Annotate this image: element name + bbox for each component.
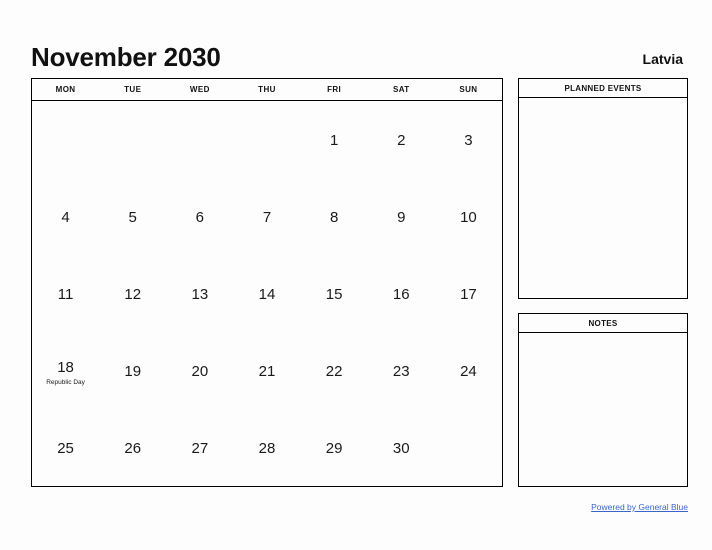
day-cell[interactable]: 29 bbox=[301, 409, 368, 486]
day-cell[interactable]: 25 bbox=[32, 409, 99, 486]
day-cell[interactable]: 19 bbox=[99, 332, 166, 409]
day-number: 4 bbox=[61, 209, 70, 226]
calendar-grid: MON TUE WED THU FRI SAT SUN 1 2 3 4 5 6 … bbox=[31, 78, 503, 487]
day-cell[interactable] bbox=[166, 101, 233, 178]
week-row: 18 Republic Day 19 20 21 22 23 24 bbox=[32, 332, 502, 409]
day-number: 9 bbox=[397, 209, 406, 226]
day-number: 6 bbox=[195, 209, 205, 226]
day-number: 22 bbox=[325, 363, 343, 380]
weekday-header-thu: THU bbox=[258, 85, 276, 94]
day-cell[interactable] bbox=[233, 101, 300, 178]
day-cell[interactable]: 18 Republic Day bbox=[32, 332, 99, 409]
day-number: 3 bbox=[464, 132, 473, 149]
day-number: 14 bbox=[258, 286, 276, 303]
day-cell[interactable] bbox=[435, 409, 502, 486]
planned-events-panel: PLANNED EVENTS bbox=[518, 78, 688, 299]
weekday-header-tue: TUE bbox=[124, 85, 142, 94]
day-number: 23 bbox=[392, 363, 410, 380]
weekday-header-sat: SAT bbox=[392, 85, 410, 94]
day-cell[interactable]: 16 bbox=[368, 255, 435, 332]
day-cell[interactable]: 13 bbox=[166, 255, 233, 332]
day-cell[interactable]: 24 bbox=[435, 332, 502, 409]
day-number: 29 bbox=[325, 440, 343, 457]
day-cell[interactable]: 12 bbox=[99, 255, 166, 332]
day-number: 11 bbox=[57, 286, 74, 303]
day-number: 10 bbox=[460, 209, 477, 226]
day-number: 16 bbox=[392, 286, 410, 303]
day-cell[interactable] bbox=[32, 101, 99, 178]
notes-title: NOTES bbox=[519, 314, 687, 333]
week-row: 11 12 13 14 15 16 17 bbox=[32, 255, 502, 332]
day-number: 19 bbox=[124, 363, 142, 380]
country-label: Latvia bbox=[642, 51, 683, 67]
day-number: 30 bbox=[392, 440, 410, 457]
notes-panel: NOTES bbox=[518, 313, 688, 487]
powered-by-link[interactable]: Powered by General Blue bbox=[591, 502, 688, 512]
notes-body[interactable] bbox=[519, 333, 687, 486]
day-cell[interactable]: 28 bbox=[233, 409, 300, 486]
day-cell[interactable]: 9 bbox=[368, 178, 435, 255]
planned-events-title: PLANNED EVENTS bbox=[519, 79, 687, 98]
calendar-page: November 2030 Latvia MON TUE WED THU FRI… bbox=[0, 0, 712, 550]
day-number: 12 bbox=[124, 286, 142, 303]
day-cell[interactable]: 15 bbox=[301, 255, 368, 332]
page-header: November 2030 Latvia bbox=[31, 32, 683, 72]
weekday-header-mon: MON bbox=[55, 85, 76, 94]
day-cell[interactable]: 22 bbox=[301, 332, 368, 409]
day-number: 17 bbox=[460, 286, 477, 303]
day-cell[interactable]: 7 bbox=[233, 178, 300, 255]
day-number: 5 bbox=[128, 209, 137, 226]
day-number: 18 bbox=[57, 358, 74, 376]
day-cell[interactable] bbox=[99, 101, 166, 178]
day-cell[interactable]: 23 bbox=[368, 332, 435, 409]
weekday-header-wed: WED bbox=[189, 85, 210, 94]
day-cell[interactable]: 4 bbox=[32, 178, 99, 255]
weekday-header-row: MON TUE WED THU FRI SAT SUN bbox=[32, 79, 502, 101]
day-cell[interactable]: 8 bbox=[301, 178, 368, 255]
page-footer: Powered by General Blue bbox=[400, 497, 688, 515]
day-cell[interactable]: 21 bbox=[233, 332, 300, 409]
day-cell[interactable]: 14 bbox=[233, 255, 300, 332]
day-number: 1 bbox=[329, 132, 339, 149]
day-number: 27 bbox=[191, 440, 209, 457]
page-title: November 2030 bbox=[31, 42, 221, 72]
week-row: 1 2 3 bbox=[32, 101, 502, 178]
weekday-header-fri: FRI bbox=[327, 85, 342, 94]
day-cell[interactable]: 17 bbox=[435, 255, 502, 332]
day-event-label: Republic Day bbox=[46, 378, 85, 386]
day-number: 20 bbox=[191, 363, 209, 380]
day-number: 15 bbox=[325, 286, 343, 303]
day-cell[interactable]: 11 bbox=[32, 255, 99, 332]
week-row: 4 5 6 7 8 9 10 bbox=[32, 178, 502, 255]
planned-events-body[interactable] bbox=[519, 98, 687, 298]
day-number: 28 bbox=[258, 440, 276, 457]
calendar-weeks: 1 2 3 4 5 6 7 8 9 10 11 12 13 14 15 16 1… bbox=[32, 101, 502, 486]
day-number: 8 bbox=[329, 209, 339, 226]
day-cell[interactable]: 1 bbox=[301, 101, 368, 178]
weekday-header-sun: SUN bbox=[459, 85, 478, 94]
day-cell[interactable]: 2 bbox=[368, 101, 435, 178]
day-number: 26 bbox=[124, 440, 142, 457]
day-number: 13 bbox=[191, 286, 209, 303]
day-cell[interactable]: 20 bbox=[166, 332, 233, 409]
day-number: 25 bbox=[57, 440, 74, 457]
day-cell[interactable]: 27 bbox=[166, 409, 233, 486]
day-cell[interactable]: 6 bbox=[166, 178, 233, 255]
day-cell[interactable]: 30 bbox=[368, 409, 435, 486]
day-cell[interactable]: 26 bbox=[99, 409, 166, 486]
day-cell[interactable]: 5 bbox=[99, 178, 166, 255]
day-cell[interactable]: 3 bbox=[435, 101, 502, 178]
day-number: 2 bbox=[397, 132, 406, 149]
week-row: 25 26 27 28 29 30 bbox=[32, 409, 502, 486]
day-number: 21 bbox=[258, 363, 276, 380]
day-number: 7 bbox=[262, 209, 272, 226]
day-cell[interactable]: 10 bbox=[435, 178, 502, 255]
day-number: 24 bbox=[460, 363, 477, 380]
